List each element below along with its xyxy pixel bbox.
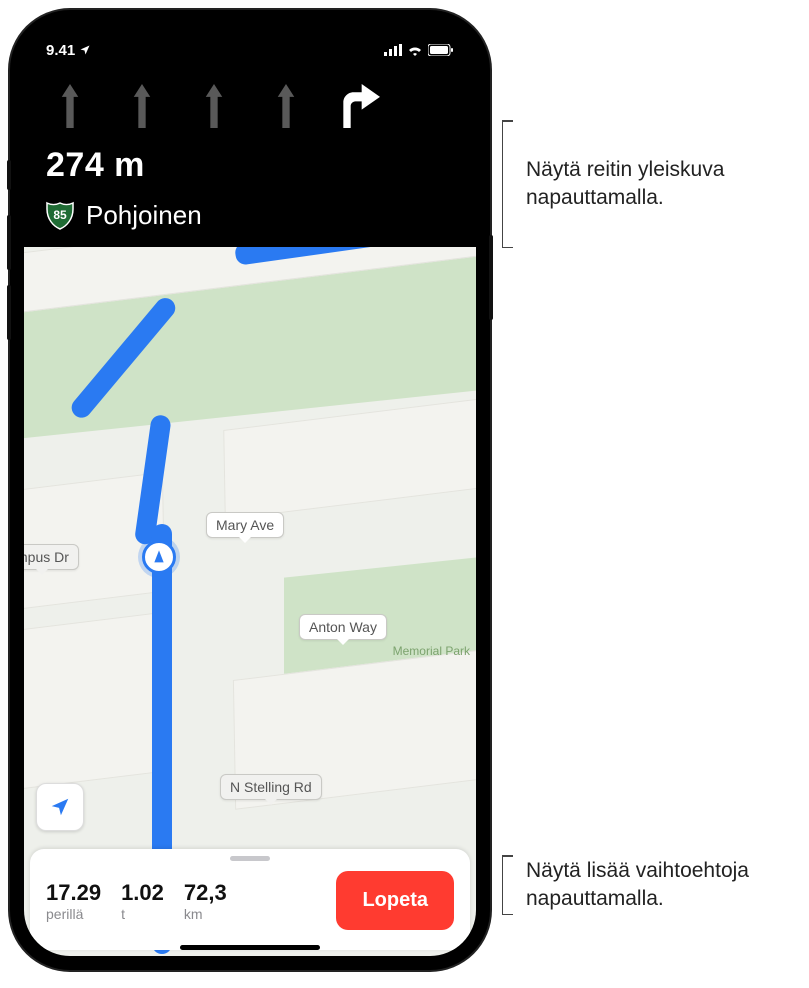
eta-label: perillä bbox=[46, 906, 101, 922]
location-arrow-icon bbox=[49, 796, 71, 818]
road-label: Anton Way bbox=[299, 614, 387, 640]
status-time: 9.41 bbox=[46, 42, 91, 59]
park-label: Memorial Park bbox=[393, 644, 470, 658]
callout-card: Näytä lisää vaihtoehtoja napauttamalla. bbox=[502, 855, 776, 915]
duration-label: t bbox=[121, 906, 164, 922]
callout-banner: Näytä reitin yleiskuva napauttamalla. bbox=[502, 120, 776, 248]
distance-label: km bbox=[184, 906, 227, 922]
end-navigation-button[interactable]: Lopeta bbox=[336, 871, 454, 930]
eta-value: 17.29 bbox=[46, 880, 101, 906]
lane-guidance bbox=[42, 84, 458, 128]
clock-text: 9.41 bbox=[46, 42, 75, 59]
callout-text: Näytä lisää vaihtoehtoja napauttamalla. bbox=[526, 857, 776, 914]
location-arrow-icon bbox=[79, 44, 91, 56]
road-label-partial: mpus Dr bbox=[24, 544, 79, 570]
battery-icon bbox=[428, 44, 454, 56]
notch bbox=[155, 24, 345, 54]
iphone-screen: 9.41 274 m bbox=[24, 24, 476, 956]
card-grab-handle[interactable] bbox=[230, 856, 270, 861]
lane-straight-icon bbox=[48, 84, 92, 128]
tracking-mode-button[interactable] bbox=[36, 783, 84, 831]
distance-value: 72,3 bbox=[184, 880, 227, 906]
next-turn-distance: 274 m bbox=[42, 146, 458, 185]
duration-stat: 1.02 t bbox=[121, 880, 164, 922]
trip-summary-card[interactable]: 17.29 perillä 1.02 t 72,3 km Lopeta bbox=[30, 849, 470, 950]
cellular-icon bbox=[384, 44, 402, 56]
destination-name: Pohjoinen bbox=[86, 200, 202, 231]
lane-turn-right-icon bbox=[336, 84, 380, 128]
route-shield-icon: 85 bbox=[44, 199, 76, 231]
wifi-icon bbox=[407, 44, 423, 56]
eta-stat: 17.29 perillä bbox=[46, 880, 101, 922]
svg-text:85: 85 bbox=[53, 208, 67, 222]
user-location-marker bbox=[142, 540, 176, 574]
iphone-frame: 9.41 274 m bbox=[10, 10, 490, 970]
distance-stat: 72,3 km bbox=[184, 880, 227, 922]
home-indicator[interactable] bbox=[180, 945, 320, 950]
map-canvas[interactable]: Mary Ave Anton Way N Stelling Rd mpus Dr… bbox=[24, 244, 476, 956]
callout-text: Näytä reitin yleiskuva napauttamalla. bbox=[526, 156, 776, 213]
road-label: N Stelling Rd bbox=[220, 774, 322, 800]
road-label: Mary Ave bbox=[206, 512, 284, 538]
duration-value: 1.02 bbox=[121, 880, 164, 906]
destination-row: 85 Pohjoinen bbox=[42, 199, 458, 231]
lane-straight-icon bbox=[120, 84, 164, 128]
status-icons bbox=[384, 44, 454, 56]
lane-straight-icon bbox=[192, 84, 236, 128]
trip-stats: 17.29 perillä 1.02 t 72,3 km bbox=[46, 880, 227, 922]
lane-straight-icon bbox=[264, 84, 308, 128]
